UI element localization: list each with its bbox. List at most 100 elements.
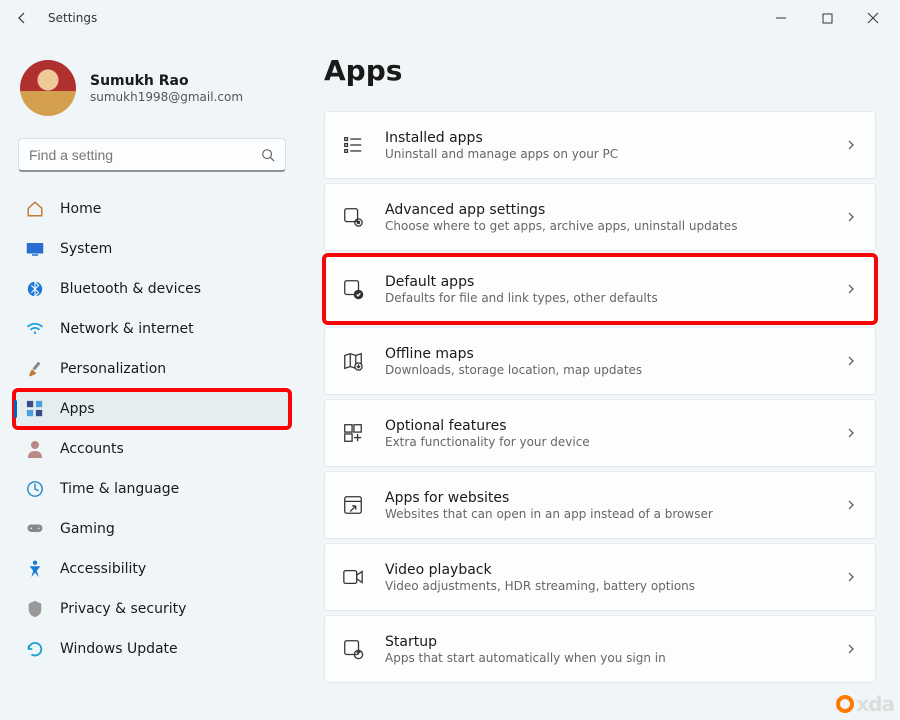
titlebar: Settings [0,0,900,36]
back-button[interactable] [4,0,40,36]
main-content: Apps Installed apps Uninstall and manage… [300,36,900,720]
update-icon [26,640,44,658]
window-controls [758,0,896,36]
sidebar-item-home[interactable]: Home [14,190,290,228]
profile-email: sumukh1998@gmail.com [90,90,243,104]
sidebar-item-label: Time & language [60,481,179,497]
card-default-apps[interactable]: Default apps Defaults for file and link … [324,255,876,323]
card-optional-features[interactable]: Optional features Extra functionality fo… [324,399,876,467]
card-body: Installed apps Uninstall and manage apps… [385,130,825,161]
clock-globe-icon [26,480,44,498]
arrow-left-icon [14,10,30,26]
card-title: Apps for websites [385,490,825,506]
sidebar-item-label: Home [60,201,101,217]
sidebar-item-time-language[interactable]: Time & language [14,470,290,508]
sidebar-item-apps[interactable]: Apps [14,390,290,428]
sidebar-item-privacy[interactable]: Privacy & security [14,590,290,628]
sidebar-item-label: Bluetooth & devices [60,281,201,297]
sidebar-item-label: Accounts [60,441,124,457]
close-button[interactable] [850,0,896,36]
profile-name: Sumukh Rao [90,73,243,89]
page-title: Apps [324,54,876,87]
nav-list: Home System Bluetooth & devices Network … [14,190,290,668]
card-body: Default apps Defaults for file and link … [385,274,825,305]
paintbrush-icon [26,360,44,378]
sidebar-item-bluetooth[interactable]: Bluetooth & devices [14,270,290,308]
search-input[interactable] [29,147,261,163]
sidebar: Sumukh Rao sumukh1998@gmail.com Home Sys… [0,36,300,720]
sidebar-item-personalization[interactable]: Personalization [14,350,290,388]
sidebar-item-label: Apps [60,401,95,417]
sidebar-item-label: Network & internet [60,321,194,337]
card-title: Offline maps [385,346,825,362]
minimize-icon [775,12,787,24]
chevron-right-icon [845,355,857,367]
card-title: Video playback [385,562,825,578]
chevron-right-icon [845,139,857,151]
window-title: Settings [48,11,97,25]
card-advanced-app-settings[interactable]: Advanced app settings Choose where to ge… [324,183,876,251]
card-subtitle: Downloads, storage location, map updates [385,363,825,377]
sidebar-item-label: Personalization [60,361,166,377]
gamepad-icon [26,520,44,538]
chevron-right-icon [845,211,857,223]
card-title: Advanced app settings [385,202,825,218]
card-body: Offline maps Downloads, storage location… [385,346,825,377]
sidebar-item-label: Accessibility [60,561,146,577]
video-icon [341,565,365,589]
card-subtitle: Extra functionality for your device [385,435,825,449]
card-body: Apps for websites Websites that can open… [385,490,825,521]
card-subtitle: Choose where to get apps, archive apps, … [385,219,825,233]
website-app-icon [341,493,365,517]
home-icon [26,200,44,218]
watermark-ring-icon [836,695,854,713]
profile[interactable]: Sumukh Rao sumukh1998@gmail.com [14,48,290,134]
app-gear-icon [341,205,365,229]
card-list: Installed apps Uninstall and manage apps… [324,111,876,683]
card-apps-for-websites[interactable]: Apps for websites Websites that can open… [324,471,876,539]
card-body: Advanced app settings Choose where to ge… [385,202,825,233]
person-icon [26,440,44,458]
sidebar-item-accounts[interactable]: Accounts [14,430,290,468]
card-subtitle: Apps that start automatically when you s… [385,651,825,665]
card-offline-maps[interactable]: Offline maps Downloads, storage location… [324,327,876,395]
card-subtitle: Defaults for file and link types, other … [385,291,825,305]
chevron-right-icon [845,283,857,295]
card-subtitle: Websites that can open in an app instead… [385,507,825,521]
chevron-right-icon [845,499,857,511]
close-icon [867,12,879,24]
card-startup[interactable]: Startup Apps that start automatically wh… [324,615,876,683]
sidebar-item-gaming[interactable]: Gaming [14,510,290,548]
sidebar-item-system[interactable]: System [14,230,290,268]
bluetooth-icon [26,280,44,298]
card-title: Default apps [385,274,825,290]
sidebar-item-label: Privacy & security [60,601,186,617]
profile-text: Sumukh Rao sumukh1998@gmail.com [90,73,243,104]
sidebar-item-label: Gaming [60,521,115,537]
maximize-button[interactable] [804,0,850,36]
wifi-icon [26,320,44,338]
card-body: Video playback Video adjustments, HDR st… [385,562,825,593]
sidebar-item-windows-update[interactable]: Windows Update [14,630,290,668]
map-icon [341,349,365,373]
chevron-right-icon [845,571,857,583]
card-title: Startup [385,634,825,650]
accessibility-icon [26,560,44,578]
card-subtitle: Uninstall and manage apps on your PC [385,147,825,161]
card-body: Optional features Extra functionality fo… [385,418,825,449]
sidebar-item-network[interactable]: Network & internet [14,310,290,348]
startup-icon [341,637,365,661]
avatar [20,60,76,116]
chevron-right-icon [845,427,857,439]
apps-icon [26,400,44,418]
maximize-icon [822,13,833,24]
watermark: xda [836,692,894,716]
card-installed-apps[interactable]: Installed apps Uninstall and manage apps… [324,111,876,179]
search-box[interactable] [18,138,286,172]
minimize-button[interactable] [758,0,804,36]
chevron-right-icon [845,643,857,655]
card-video-playback[interactable]: Video playback Video adjustments, HDR st… [324,543,876,611]
card-subtitle: Video adjustments, HDR streaming, batter… [385,579,825,593]
watermark-text: xda [856,692,894,716]
sidebar-item-accessibility[interactable]: Accessibility [14,550,290,588]
